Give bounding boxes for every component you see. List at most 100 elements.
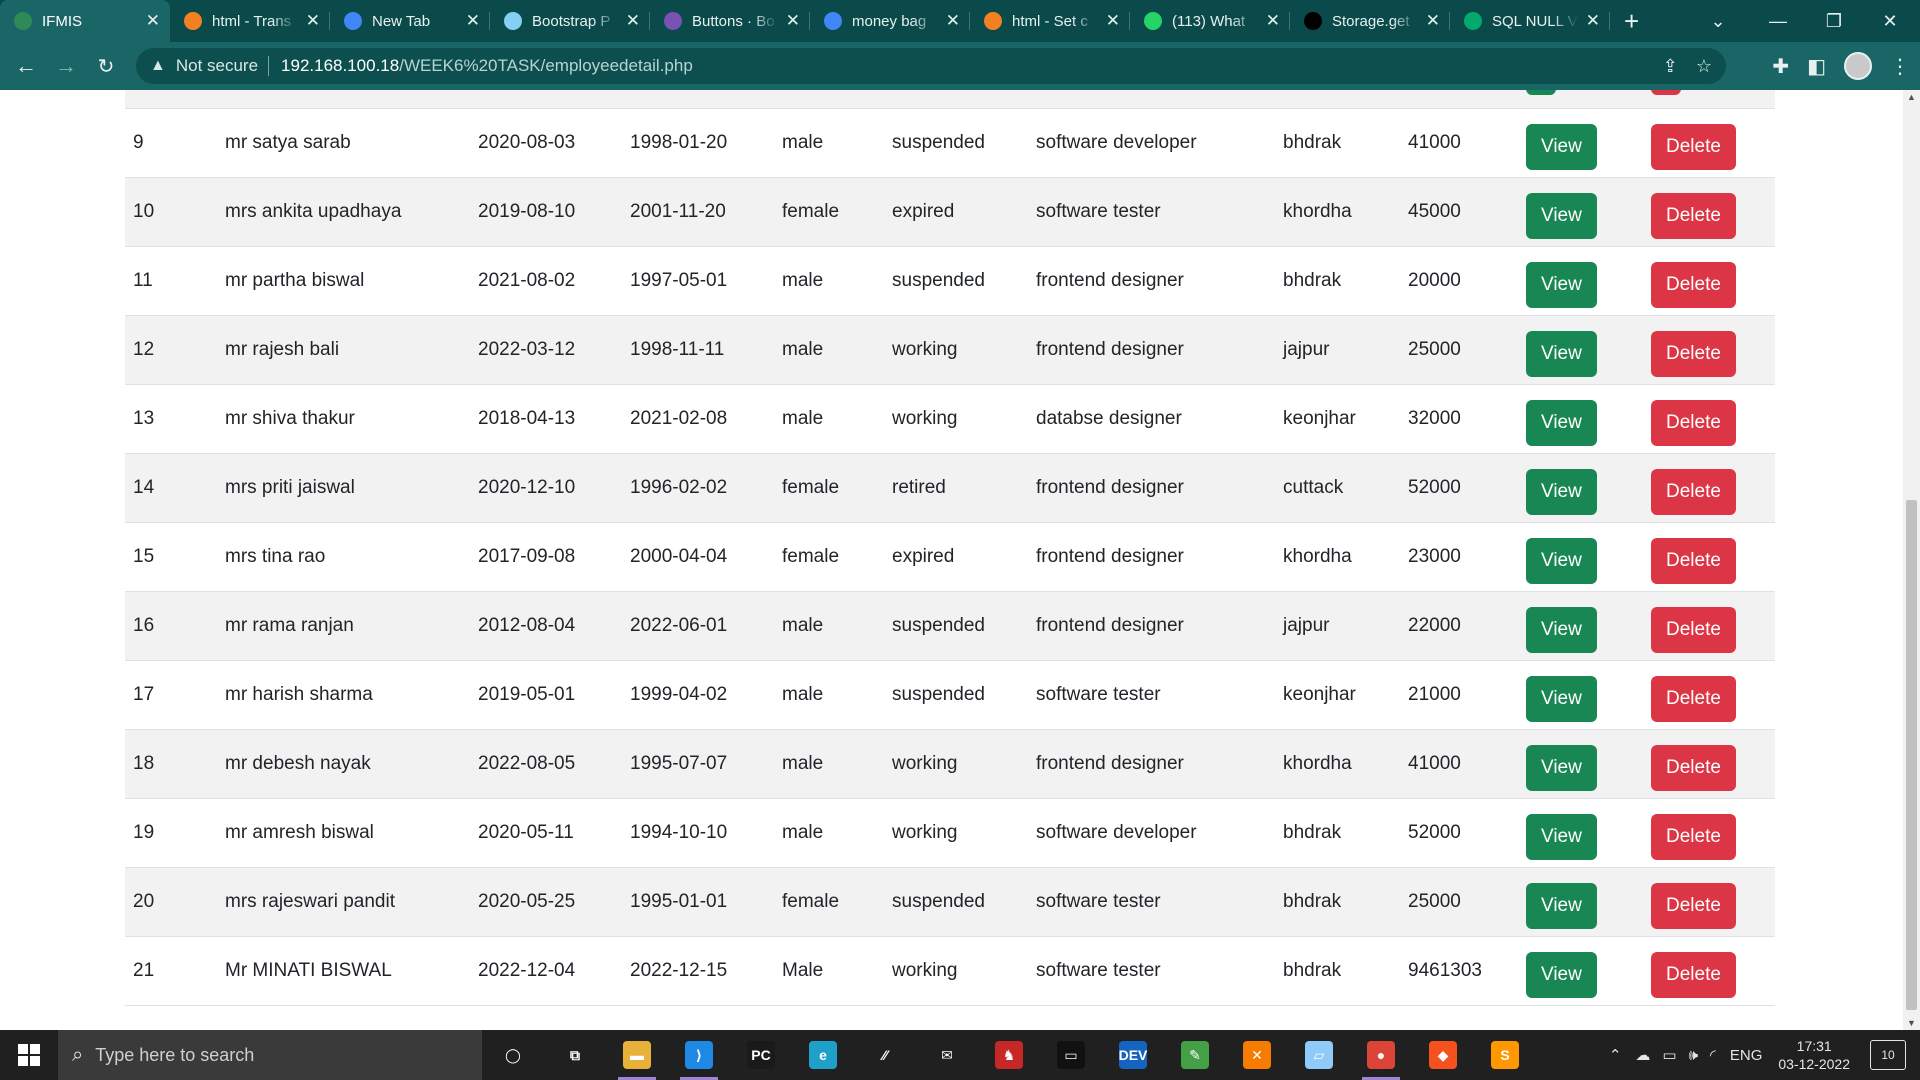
menu-kebab-icon[interactable]: ⋮ — [1890, 54, 1910, 79]
view-button[interactable]: View — [1526, 951, 1597, 998]
delete-button[interactable]: Delete — [1651, 330, 1736, 377]
view-button[interactable]: View — [1526, 537, 1597, 584]
view-button-partial[interactable] — [1526, 90, 1556, 95]
vscode-icon[interactable]: ⟩ — [668, 1030, 730, 1080]
view-button[interactable]: View — [1526, 813, 1597, 860]
cell-delete: Delete — [1643, 522, 1775, 592]
profile-avatar[interactable] — [1844, 52, 1872, 80]
pycharm-icon[interactable]: PC — [730, 1030, 792, 1080]
browser-tab[interactable]: Bootstrap P ✕ — [490, 0, 650, 42]
share-icon[interactable]: ⇪ — [1663, 56, 1678, 77]
delete-button[interactable]: Delete — [1651, 192, 1736, 239]
tab-close-icon[interactable]: ✕ — [466, 11, 480, 31]
game-icon[interactable]: ♞ — [978, 1030, 1040, 1080]
battery-icon[interactable]: ▭ — [1662, 1046, 1676, 1064]
view-button[interactable]: View — [1526, 675, 1597, 722]
security-label[interactable]: Not secure — [176, 56, 258, 76]
delete-button[interactable]: Delete — [1651, 399, 1736, 446]
notepad-icon[interactable]: ✎ — [1164, 1030, 1226, 1080]
tab-search-icon[interactable]: ⌄ — [1690, 0, 1746, 42]
app-icon[interactable]: ⁄⁄ — [854, 1030, 916, 1080]
forward-icon[interactable]: → — [46, 46, 86, 86]
file-explorer-icon[interactable]: ▬ — [606, 1030, 668, 1080]
view-button[interactable]: View — [1526, 882, 1597, 929]
delete-button[interactable]: Delete — [1651, 537, 1736, 584]
edge-icon[interactable]: e — [792, 1030, 854, 1080]
windows-start-icon[interactable] — [0, 1030, 58, 1080]
show-hidden-icon[interactable]: ⌃ — [1609, 1046, 1622, 1064]
volume-icon[interactable]: 🕪 — [1689, 1047, 1698, 1064]
extensions-icon[interactable]: ✚ — [1772, 54, 1789, 79]
view-button[interactable]: View — [1526, 399, 1597, 446]
xampp-icon[interactable]: ✕ — [1226, 1030, 1288, 1080]
cortana-icon[interactable]: ◯ — [482, 1030, 544, 1080]
minimize-icon[interactable]: — — [1750, 0, 1806, 42]
wifi-icon[interactable]: ◜ — [1710, 1046, 1716, 1064]
browser-tab[interactable]: Buttons · Bo ✕ — [650, 0, 810, 42]
back-icon[interactable]: ← — [6, 46, 46, 86]
tab-close-icon[interactable]: ✕ — [306, 11, 320, 31]
close-window-icon[interactable]: ✕ — [1862, 0, 1918, 42]
clipboard-icon[interactable]: ▱ — [1288, 1030, 1350, 1080]
mail-icon[interactable]: ✉ — [916, 1030, 978, 1080]
reload-icon[interactable]: ↻ — [86, 46, 126, 86]
browser-tab[interactable]: New Tab ✕ — [330, 0, 490, 42]
delete-button[interactable]: Delete — [1651, 675, 1736, 722]
delete-button[interactable]: Delete — [1651, 468, 1736, 515]
cell-delete: Delete — [1643, 453, 1775, 523]
task-view-icon[interactable]: ⧉ — [544, 1030, 606, 1080]
git-icon[interactable]: ◆ — [1412, 1030, 1474, 1080]
browser-tab[interactable]: Storage.get ✕ — [1290, 0, 1450, 42]
side-panel-icon[interactable]: ◧ — [1807, 54, 1826, 79]
bookmark-star-icon[interactable]: ☆ — [1696, 56, 1712, 77]
delete-button[interactable]: Delete — [1651, 951, 1736, 998]
delete-button[interactable]: Delete — [1651, 744, 1736, 791]
clock[interactable]: 17:31 03-12-2022 — [1778, 1037, 1850, 1073]
browser-tab[interactable]: html - Trans ✕ — [170, 0, 330, 42]
delete-button[interactable]: Delete — [1651, 813, 1736, 860]
scrollbar-thumb[interactable] — [1906, 500, 1917, 1010]
network-offline-icon[interactable]: ☁ — [1635, 1046, 1650, 1064]
view-button[interactable]: View — [1526, 261, 1597, 308]
tab-close-icon[interactable]: ✕ — [1266, 11, 1280, 31]
browser-tab[interactable]: (113) What ✕ — [1130, 0, 1290, 42]
chrome-icon[interactable]: ● — [1350, 1030, 1412, 1080]
terminal-icon[interactable]: ▭ — [1040, 1030, 1102, 1080]
view-button[interactable]: View — [1526, 192, 1597, 239]
delete-button-partial[interactable] — [1651, 90, 1681, 95]
view-button[interactable]: View — [1526, 330, 1597, 377]
view-button[interactable]: View — [1526, 606, 1597, 653]
browser-tab[interactable]: html - Set c ✕ — [970, 0, 1130, 42]
tab-close-icon[interactable]: ✕ — [146, 11, 160, 31]
delete-button[interactable]: Delete — [1651, 606, 1736, 653]
view-button[interactable]: View — [1526, 123, 1597, 170]
tab-close-icon[interactable]: ✕ — [626, 11, 640, 31]
tab-close-icon[interactable]: ✕ — [946, 11, 960, 31]
cell-delete: Delete — [1643, 177, 1775, 247]
view-button[interactable]: View — [1526, 744, 1597, 791]
taskbar-search-box[interactable]: ⌕ Type here to search — [58, 1030, 482, 1080]
page-scrollbar[interactable]: ▲ ▼ — [1903, 90, 1920, 1030]
tab-close-icon[interactable]: ✕ — [1426, 11, 1440, 31]
notification-center-icon[interactable]: 10 — [1870, 1040, 1906, 1070]
tab-close-icon[interactable]: ✕ — [786, 11, 800, 31]
language-indicator[interactable]: ENG — [1730, 1047, 1763, 1064]
address-bar[interactable]: ▲ Not secure 192.168.100.18/WEEK6%20TASK… — [136, 48, 1726, 84]
browser-tab[interactable]: SQL NULL V ✕ — [1450, 0, 1610, 42]
delete-button[interactable]: Delete — [1651, 123, 1736, 170]
delete-button[interactable]: Delete — [1651, 882, 1736, 929]
sublime-icon[interactable]: S — [1474, 1030, 1536, 1080]
scroll-down-icon[interactable]: ▼ — [1907, 1018, 1916, 1028]
new-tab-icon[interactable]: + — [1610, 0, 1653, 42]
tab-title: html - Set c — [1012, 12, 1088, 30]
browser-tab[interactable]: money bag ✕ — [810, 0, 970, 42]
cell-join-date: 2022-03-12 — [470, 315, 622, 385]
dev-icon[interactable]: DEV — [1102, 1030, 1164, 1080]
tab-close-icon[interactable]: ✕ — [1106, 11, 1120, 31]
browser-tab[interactable]: IFMIS ✕ — [0, 0, 170, 42]
scroll-up-icon[interactable]: ▲ — [1907, 92, 1916, 102]
restore-icon[interactable]: ❐ — [1806, 0, 1862, 42]
view-button[interactable]: View — [1526, 468, 1597, 515]
tab-close-icon[interactable]: ✕ — [1586, 11, 1600, 31]
delete-button[interactable]: Delete — [1651, 261, 1736, 308]
